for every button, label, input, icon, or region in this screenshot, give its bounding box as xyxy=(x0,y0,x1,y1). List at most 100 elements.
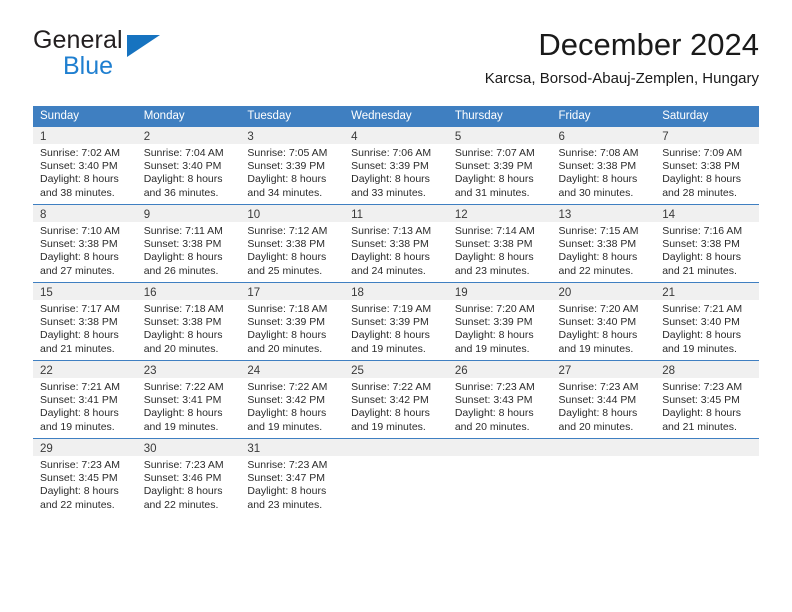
calendar-day-cell[interactable]: 15 Sunrise: 7:17 AM Sunset: 3:38 PM Dayligh… xyxy=(33,282,137,360)
calendar-day-cell[interactable]: 13 Sunrise: 7:15 AM Sunset: 3:38 PM Dayligh… xyxy=(551,204,656,282)
sunset-text: Sunset: 3:47 PM xyxy=(247,472,326,485)
calendar-day-cell[interactable]: 7 Sunrise: 7:09 AM Sunset: 3:38 PM Daylight… xyxy=(655,126,759,204)
day-info: Sunrise: 7:22 AM Sunset: 3:42 PM Daylight:… xyxy=(240,378,344,434)
day-info: Sunrise: 7:16 AM Sunset: 3:38 PM Daylight:… xyxy=(655,222,759,278)
day-number: 9 xyxy=(143,209,151,221)
daylight-text-line1: Daylight: 8 hours xyxy=(558,173,638,186)
calendar-day-cell[interactable]: 25 Sunrise: 7:22 AM Sunset: 3:42 PM Dayligh… xyxy=(344,360,448,438)
sunset-text: Sunset: 3:46 PM xyxy=(143,472,222,485)
day-number: 30 xyxy=(143,443,157,455)
day-number-bar: 29 xyxy=(33,439,137,456)
brand-logo[interactable]: General Blue xyxy=(33,26,273,86)
sunset-text: Sunset: 3:45 PM xyxy=(40,472,118,485)
sunset-text: Sunset: 3:45 PM xyxy=(662,394,740,407)
calendar-day-cell[interactable]: 18 Sunrise: 7:19 AM Sunset: 3:39 PM Dayligh… xyxy=(344,282,448,360)
sunset-text: Sunset: 3:38 PM xyxy=(247,238,326,251)
calendar-day-cell[interactable]: 12 Sunrise: 7:14 AM Sunset: 3:38 PM Dayligh… xyxy=(447,204,552,282)
sunset-text: Sunset: 3:38 PM xyxy=(143,238,222,251)
calendar-day-cell[interactable]: 27 Sunrise: 7:23 AM Sunset: 3:44 PM Dayligh… xyxy=(551,360,656,438)
day-number-bar xyxy=(344,439,448,456)
calendar-day-cell[interactable] xyxy=(344,438,448,516)
day-number: 29 xyxy=(40,443,53,455)
calendar-day-cell[interactable]: 11 Sunrise: 7:13 AM Sunset: 3:38 PM Dayligh… xyxy=(344,204,448,282)
day-number: 3 xyxy=(247,131,254,143)
day-number: 27 xyxy=(558,365,572,377)
calendar-day-cell[interactable]: 23 Sunrise: 7:22 AM Sunset: 3:41 PM Dayligh… xyxy=(136,360,241,438)
day-info xyxy=(344,456,448,459)
calendar-day-cell[interactable]: 10 Sunrise: 7:12 AM Sunset: 3:38 PM Dayligh… xyxy=(240,204,345,282)
day-number-bar: 26 xyxy=(447,361,552,378)
day-cell-inner: 27 Sunrise: 7:23 AM Sunset: 3:44 PM Dayligh… xyxy=(551,360,656,438)
day-number-bar: 2 xyxy=(136,127,241,144)
daylight-text-line2: and 21 minutes. xyxy=(662,420,737,433)
day-cell-inner: 9 Sunrise: 7:11 AM Sunset: 3:38 PM Daylight… xyxy=(136,204,241,282)
daylight-text-line2: and 20 minutes. xyxy=(558,420,634,433)
day-number: 16 xyxy=(143,287,157,299)
day-cell-inner xyxy=(655,438,759,516)
day-number: 4 xyxy=(351,131,358,143)
daylight-text-line1: Daylight: 8 hours xyxy=(143,251,223,264)
day-number: 15 xyxy=(40,287,53,299)
day-cell-inner: 15 Sunrise: 7:17 AM Sunset: 3:38 PM Dayligh… xyxy=(33,282,137,360)
day-number-bar: 24 xyxy=(240,361,345,378)
day-number-bar: 14 xyxy=(655,205,759,222)
day-info: Sunrise: 7:17 AM Sunset: 3:38 PM Daylight:… xyxy=(33,300,137,356)
calendar-day-cell[interactable]: 17 Sunrise: 7:18 AM Sunset: 3:39 PM Dayligh… xyxy=(240,282,345,360)
sunrise-text: Sunrise: 7:10 AM xyxy=(40,225,120,237)
calendar-day-cell[interactable] xyxy=(447,438,552,516)
calendar-day-cell[interactable]: 22 Sunrise: 7:21 AM Sunset: 3:41 PM Dayligh… xyxy=(33,360,137,438)
calendar-day-cell[interactable]: 31 Sunrise: 7:23 AM Sunset: 3:47 PM Dayligh… xyxy=(240,438,345,516)
calendar-day-cell[interactable] xyxy=(655,438,759,516)
calendar-day-cell[interactable]: 3 Sunrise: 7:05 AM Sunset: 3:39 PM Daylight… xyxy=(240,126,345,204)
day-cell-inner: 16 Sunrise: 7:18 AM Sunset: 3:38 PM Dayligh… xyxy=(136,282,241,360)
day-number: 23 xyxy=(143,365,157,377)
day-info: Sunrise: 7:21 AM Sunset: 3:40 PM Daylight:… xyxy=(655,300,759,356)
sunset-text: Sunset: 3:41 PM xyxy=(143,394,222,407)
calendar-day-cell[interactable]: 28 Sunrise: 7:23 AM Sunset: 3:45 PM Dayligh… xyxy=(655,360,759,438)
calendar-day-cell[interactable]: 20 Sunrise: 7:20 AM Sunset: 3:40 PM Dayligh… xyxy=(551,282,656,360)
calendar-day-cell[interactable]: 16 Sunrise: 7:18 AM Sunset: 3:38 PM Dayligh… xyxy=(136,282,241,360)
calendar-day-cell[interactable]: 2 Sunrise: 7:04 AM Sunset: 3:40 PM Daylight… xyxy=(136,126,241,204)
daylight-text-line1: Daylight: 8 hours xyxy=(247,173,327,186)
calendar-day-cell[interactable]: 29 Sunrise: 7:23 AM Sunset: 3:45 PM Dayligh… xyxy=(33,438,137,516)
daylight-text-line1: Daylight: 8 hours xyxy=(662,173,742,186)
calendar-week-row: 8 Sunrise: 7:10 AM Sunset: 3:38 PM Daylight… xyxy=(33,204,759,282)
calendar-day-cell[interactable] xyxy=(551,438,656,516)
sunset-text: Sunset: 3:42 PM xyxy=(351,394,429,407)
calendar-day-cell[interactable]: 26 Sunrise: 7:23 AM Sunset: 3:43 PM Dayligh… xyxy=(447,360,552,438)
day-info xyxy=(448,456,552,459)
day-number-bar: 4 xyxy=(344,127,448,144)
calendar-day-cell[interactable]: 24 Sunrise: 7:22 AM Sunset: 3:42 PM Dayligh… xyxy=(240,360,345,438)
daylight-text-line2: and 22 minutes. xyxy=(143,498,219,511)
day-number-bar: 10 xyxy=(240,205,345,222)
day-cell-inner: 23 Sunrise: 7:22 AM Sunset: 3:41 PM Dayligh… xyxy=(136,360,241,438)
calendar-day-cell[interactable]: 8 Sunrise: 7:10 AM Sunset: 3:38 PM Daylight… xyxy=(33,204,137,282)
title-block: December 2024 Karcsa, Borsod-Abauj-Zempl… xyxy=(485,26,759,89)
sunrise-text: Sunrise: 7:19 AM xyxy=(351,303,432,315)
day-number-bar: 3 xyxy=(240,127,345,144)
day-number-bar: 20 xyxy=(551,283,656,300)
calendar-day-cell[interactable]: 4 Sunrise: 7:06 AM Sunset: 3:39 PM Daylight… xyxy=(344,126,448,204)
day-number: 14 xyxy=(662,209,676,221)
calendar-day-cell[interactable]: 5 Sunrise: 7:07 AM Sunset: 3:39 PM Daylight… xyxy=(447,126,552,204)
calendar-day-cell[interactable]: 21 Sunrise: 7:21 AM Sunset: 3:40 PM Dayligh… xyxy=(655,282,759,360)
day-number: 18 xyxy=(351,287,364,299)
sunrise-text: Sunrise: 7:17 AM xyxy=(40,303,120,315)
day-number-bar: 8 xyxy=(33,205,137,222)
day-number: 1 xyxy=(40,131,47,143)
daylight-text-line2: and 23 minutes. xyxy=(247,498,323,511)
weekday-header-friday: Friday xyxy=(551,106,656,126)
daylight-text-line1: Daylight: 8 hours xyxy=(143,407,223,420)
calendar-day-cell[interactable]: 19 Sunrise: 7:20 AM Sunset: 3:39 PM Dayligh… xyxy=(447,282,552,360)
daylight-text-line1: Daylight: 8 hours xyxy=(662,407,742,420)
day-number-bar: 6 xyxy=(551,127,656,144)
day-number: 11 xyxy=(351,209,364,221)
calendar-day-cell[interactable]: 14 Sunrise: 7:16 AM Sunset: 3:38 PM Dayligh… xyxy=(655,204,759,282)
calendar-day-cell[interactable]: 1 Sunrise: 7:02 AM Sunset: 3:40 PM Daylight… xyxy=(33,126,137,204)
calendar-day-cell[interactable]: 9 Sunrise: 7:11 AM Sunset: 3:38 PM Daylight… xyxy=(136,204,241,282)
sunrise-text: Sunrise: 7:02 AM xyxy=(40,147,120,159)
sunset-text: Sunset: 3:43 PM xyxy=(454,394,533,407)
calendar-day-cell[interactable]: 6 Sunrise: 7:08 AM Sunset: 3:38 PM Daylight… xyxy=(551,126,656,204)
day-cell-inner: 14 Sunrise: 7:16 AM Sunset: 3:38 PM Dayligh… xyxy=(655,204,759,282)
calendar-day-cell[interactable]: 30 Sunrise: 7:23 AM Sunset: 3:46 PM Dayligh… xyxy=(136,438,241,516)
